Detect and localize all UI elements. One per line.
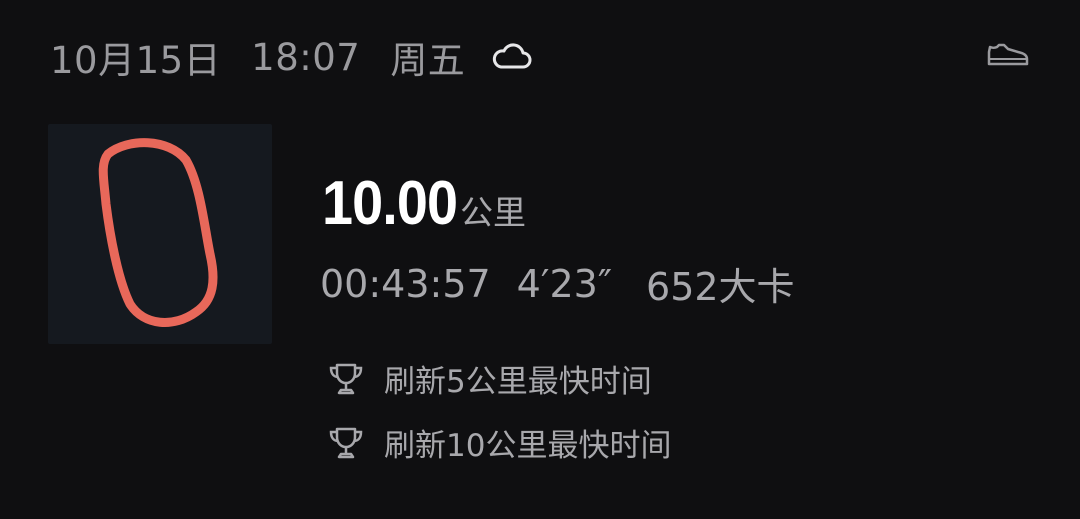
header: 10月15日 18:07 周五 (50, 30, 535, 84)
stats-row: 00:43:57 4′23″ 652大卡 (320, 256, 795, 311)
distance-unit: 公里 (460, 193, 526, 232)
distance-row: 10.00 公里 (322, 168, 526, 239)
run-record-card[interactable]: 10月15日 18:07 周五 10.00 公里 00:43:57 4′23″ … (0, 0, 1080, 519)
record-label: 刷新10公里最快时间 (384, 428, 672, 464)
record-item: 刷新10公里最快时间 (326, 420, 671, 465)
route-map[interactable] (48, 124, 272, 344)
calories-text: 652大卡 (646, 265, 795, 309)
pace-text: 4′23″ (516, 261, 613, 306)
duration-text: 00:43:57 (320, 261, 491, 306)
trophy-icon (326, 423, 366, 463)
trophy-icon (326, 359, 366, 399)
time-text: 18:07 (251, 35, 361, 79)
record-item: 刷新5公里最快时间 (326, 356, 652, 401)
record-label: 刷新5公里最快时间 (384, 364, 652, 400)
cloud-icon (491, 41, 535, 73)
shoe-icon (986, 40, 1030, 70)
date-text: 10月15日 (50, 39, 222, 82)
distance-value: 10.00 (322, 169, 458, 238)
weekday-text: 周五 (390, 39, 466, 82)
